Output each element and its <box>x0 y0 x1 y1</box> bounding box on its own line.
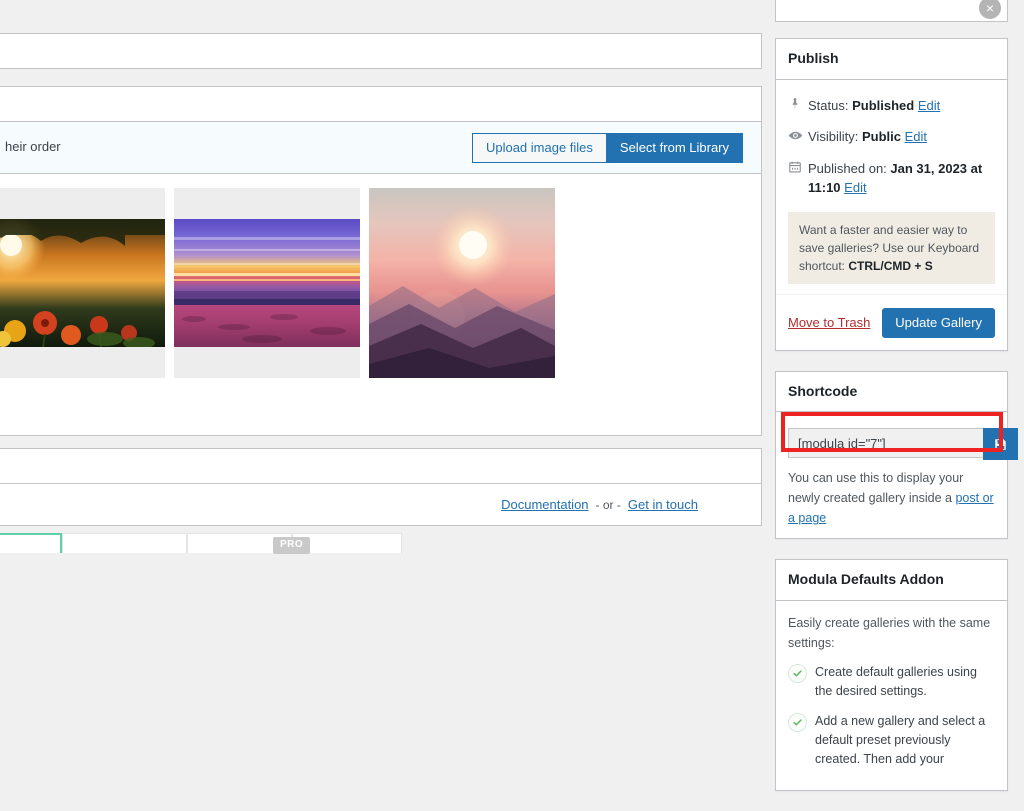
keyboard-shortcut-notice: Want a faster and easier way to save gal… <box>788 211 995 284</box>
sidebar-column: Publish Status: Published Edit Visibilit… <box>775 0 1018 811</box>
list-item-label: Create default galleries using the desir… <box>815 664 977 699</box>
gallery-secondary-metabox <box>0 86 762 122</box>
get-in-touch-link[interactable]: Get in touch <box>628 497 698 512</box>
gallery-title-metabox <box>0 33 762 69</box>
status-row: Status: Published Edit <box>788 90 995 122</box>
shortcode-field-group <box>788 428 1018 461</box>
beach-sunset-panorama-image <box>174 219 360 347</box>
shortcode-help-text: You can use this to display your newly c… <box>788 468 995 528</box>
keyboard-shortcut-keys: CTRL/CMD + S <box>848 258 933 273</box>
published-on-edit-link[interactable]: Edit <box>844 180 866 195</box>
eye-icon <box>788 127 808 143</box>
gallery-thumbnail-list <box>0 188 745 378</box>
defaults-addon-body: Easily create galleries with the same se… <box>776 601 1007 790</box>
documentation-link[interactable]: Documentation <box>501 497 588 512</box>
gallery-thumbnail[interactable] <box>369 188 555 378</box>
links-separator: - or - <box>595 497 621 512</box>
gallery-settings-metabox <box>0 448 762 484</box>
pin-icon <box>788 96 808 111</box>
publish-metabox-body: Status: Published Edit Visibility: Publi… <box>776 80 1007 294</box>
visibility-edit-link[interactable]: Edit <box>905 129 927 144</box>
list-item: Create default galleries using the desir… <box>788 663 995 702</box>
list-item-label: Add a new gallery and select a default p… <box>815 713 986 767</box>
check-icon <box>788 663 807 683</box>
shortcode-help-prefix: You can use this to display your newly c… <box>788 471 964 506</box>
publish-actions-row: Move to Trash Update Gallery <box>776 293 1007 350</box>
visibility-row: Visibility: Public Edit <box>788 121 995 153</box>
publish-metabox-title: Publish <box>776 39 1007 80</box>
main-content-column: heir order Upload image files Select fro… <box>0 0 762 554</box>
shortcode-metabox-body: You can use this to display your newly c… <box>776 412 1018 538</box>
published-on-row: Published on: Jan 31, 2023 at 11:10 Edit <box>788 153 995 204</box>
status-label: Status: <box>808 97 849 113</box>
pro-badge: PRO <box>273 537 311 554</box>
visibility-label: Visibility: <box>808 129 859 145</box>
uploader-hint-text: heir order <box>5 139 61 155</box>
move-to-trash-link[interactable]: Move to Trash <box>788 315 870 330</box>
upload-image-files-button[interactable]: Upload image files <box>471 132 606 163</box>
update-gallery-button[interactable]: Update Gallery <box>882 307 995 338</box>
status-row-text: Status: Published Edit <box>808 96 940 116</box>
settings-tab-strip: PRO <box>0 533 762 554</box>
save-icon[interactable] <box>983 428 1018 461</box>
shortcode-metabox: Shortcode You can use this to display yo… <box>775 370 1018 540</box>
mountain-sunset-image <box>369 188 555 378</box>
shortcode-input[interactable] <box>788 428 983 459</box>
support-links-row: Documentation - or - Get in touch <box>0 484 762 526</box>
publish-metabox: Publish Status: Published Edit Visibilit… <box>775 38 1008 351</box>
check-icon <box>788 712 807 732</box>
published-on-label: Published on: <box>808 160 887 176</box>
visibility-row-text: Visibility: Public Edit <box>808 127 927 147</box>
published-on-row-text: Published on: Jan 31, 2023 at 11:10 Edit <box>808 159 995 198</box>
shortcode-metabox-title: Shortcode <box>776 372 1007 413</box>
status-edit-link[interactable]: Edit <box>918 98 940 113</box>
uploader-button-group: Upload image files Select from Library <box>471 132 743 163</box>
visibility-value: Public <box>861 129 901 145</box>
status-value: Published <box>852 97 915 113</box>
gallery-items-area <box>0 174 762 436</box>
gallery-thumbnail[interactable] <box>174 188 360 378</box>
defaults-addon-intro: Easily create galleries with the same se… <box>788 615 991 650</box>
gallery-uploader-toolbar: heir order Upload image files Select fro… <box>0 122 762 174</box>
tab-general[interactable] <box>0 533 62 553</box>
defaults-addon-title: Modula Defaults Addon <box>776 560 1007 601</box>
calendar-icon <box>788 159 808 174</box>
list-item: Add a new gallery and select a default p… <box>788 712 995 770</box>
select-from-library-button[interactable]: Select from Library <box>605 132 743 163</box>
screen-root: × heir order Upload image files Select f… <box>0 0 1024 791</box>
gallery-thumbnail[interactable] <box>0 188 165 378</box>
defaults-addon-metabox: Modula Defaults Addon Easily create gall… <box>775 559 1008 791</box>
tab-lightbox[interactable] <box>62 533 187 553</box>
sunflowers-at-sunset-image <box>0 219 165 347</box>
